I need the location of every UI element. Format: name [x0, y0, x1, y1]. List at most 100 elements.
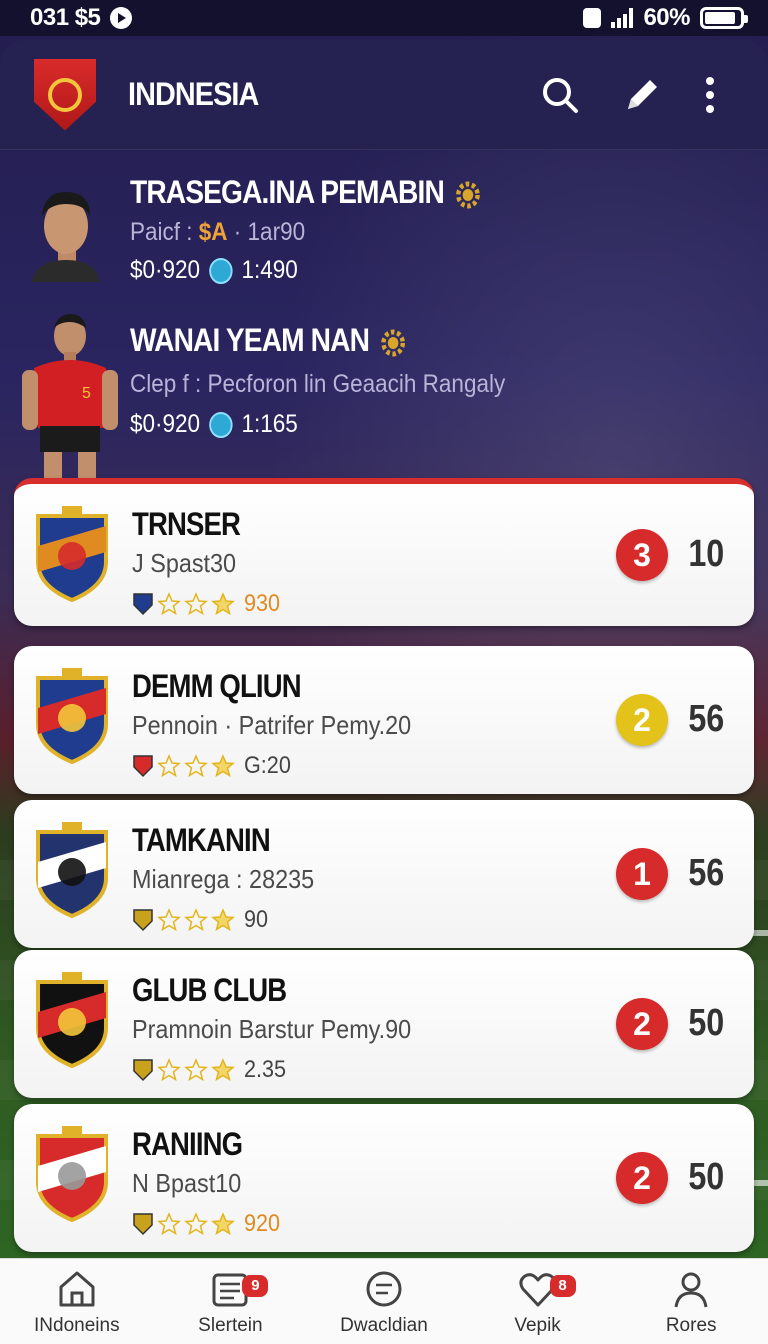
- team-value: 930: [244, 590, 281, 617]
- team-points: 50: [688, 1002, 724, 1044]
- nav-item-chat[interactable]: Dwacldian: [314, 1267, 454, 1337]
- player-photo: [32, 192, 100, 282]
- star-icon: [211, 1212, 235, 1236]
- rank-badge: 2: [616, 1152, 668, 1204]
- chat-icon: [366, 1271, 402, 1306]
- star-icon: [211, 592, 235, 616]
- nav-label: Rores: [665, 1314, 717, 1336]
- nav-label: Dwacldian: [340, 1314, 428, 1336]
- status-bar: 031 $5 60%: [0, 0, 768, 36]
- team-card[interactable]: TRNSER J Spast30 930 3 10: [14, 478, 754, 626]
- team-crest: [36, 972, 108, 1068]
- team-ratings: 920: [132, 1210, 284, 1238]
- team-points: 50: [688, 1156, 724, 1198]
- rank-badge: 2: [616, 998, 668, 1050]
- home-icon: [59, 1271, 95, 1306]
- notification-badge: 8: [549, 1274, 576, 1297]
- nav-label: Vepik: [514, 1314, 561, 1336]
- star-icon: [157, 1058, 181, 1082]
- shield-icon: [209, 257, 233, 284]
- team-description: J Spast30: [132, 548, 237, 578]
- player-stat: 1:165: [241, 410, 298, 438]
- team-value: G:20: [244, 752, 291, 779]
- star-icon: [211, 754, 235, 778]
- team-card[interactable]: DEMM QLIUN Pennoin · Patrifer Pemy.20 G:…: [14, 646, 754, 794]
- star-icon: [184, 592, 208, 616]
- team-points: 10: [688, 533, 724, 575]
- team-crest: [36, 822, 108, 918]
- more-icon[interactable]: [704, 75, 744, 115]
- search-icon[interactable]: [540, 75, 580, 115]
- team-logo[interactable]: [34, 58, 96, 131]
- player-stat: 1:490: [241, 256, 298, 284]
- star-icon: [184, 1058, 208, 1082]
- nav-item-profile[interactable]: Rores: [621, 1267, 761, 1337]
- battery-icon: [700, 7, 748, 29]
- team-name: TRNSER: [132, 506, 241, 542]
- rank-badge: 1: [616, 848, 668, 900]
- team-name: GLUB CLUB: [132, 972, 287, 1008]
- app-header: INDNESIA: [0, 40, 768, 150]
- svg-text:5: 5: [82, 385, 91, 402]
- star-icon: [157, 908, 181, 932]
- gear-badge-icon: [455, 181, 480, 209]
- team-points: 56: [688, 852, 724, 894]
- star-icon: [157, 592, 181, 616]
- nav-item-list[interactable]: 9 Slertein: [160, 1267, 300, 1337]
- player-meta: $0·920 1:165: [130, 410, 298, 439]
- lock-icon: [583, 8, 602, 28]
- star-icon: [157, 754, 181, 778]
- team-ratings: 2.35: [132, 1056, 291, 1084]
- player-name: TRASEGA.INA PEMABIN: [130, 174, 481, 211]
- page-title: INDNESIA: [128, 76, 259, 112]
- nav-item-favorites[interactable]: 8 Vepik: [468, 1267, 608, 1337]
- shield-icon: [133, 1213, 153, 1236]
- team-description: Pramnoin Barstur Pemy.90: [132, 1014, 412, 1044]
- nav-label: INdoneins: [34, 1314, 120, 1336]
- player-price: $0·920: [130, 410, 201, 438]
- player-name: WANAI YEAM NAN: [130, 322, 406, 359]
- edit-icon[interactable]: [622, 75, 662, 115]
- team-value: 2.35: [244, 1056, 287, 1083]
- star-icon: [211, 1058, 235, 1082]
- team-crest: [36, 1126, 108, 1222]
- star-icon: [184, 908, 208, 932]
- shield-icon: [133, 755, 153, 778]
- team-crest: [36, 668, 108, 764]
- bottom-nav: INdoneins 9 Slertein Dwacldian 8 Vepik R…: [0, 1258, 768, 1344]
- profile-icon: [674, 1272, 708, 1307]
- battery-percent: 60%: [643, 4, 690, 31]
- star-icon: [184, 754, 208, 778]
- team-name: RANIING: [132, 1126, 243, 1162]
- player-subtitle: Clep f : Pecforon lin Geaacih Rangaly: [130, 370, 506, 398]
- team-name: DEMM QLIUN: [132, 668, 302, 704]
- team-card[interactable]: GLUB CLUB Pramnoin Barstur Pemy.90 2.35 …: [14, 950, 754, 1098]
- team-description: Mianrega : 28235: [132, 864, 315, 894]
- shield-icon: [133, 1059, 153, 1082]
- team-ratings: 90: [132, 906, 271, 934]
- signal-icon: [611, 8, 634, 28]
- player-subtitle: Paicf : $A · 1ar90: [130, 218, 306, 246]
- featured-players: TRASEGA.INA PEMABIN Paicf : $A · 1ar90 $…: [0, 150, 768, 480]
- team-value: 920: [244, 1210, 281, 1237]
- team-ratings: G:20: [132, 752, 296, 780]
- status-time: 031 $5: [30, 4, 101, 31]
- shield-icon: [133, 909, 153, 932]
- star-icon: [157, 1212, 181, 1236]
- gear-badge-icon: [380, 329, 405, 357]
- star-icon: [184, 1212, 208, 1236]
- shield-icon: [209, 411, 233, 438]
- rank-badge: 2: [616, 694, 668, 746]
- star-icon: [211, 908, 235, 932]
- player-price: $0·920: [130, 256, 201, 284]
- player-meta: $0·920 1:490: [130, 256, 298, 285]
- screen-record-icon: [110, 7, 133, 29]
- team-points: 56: [688, 698, 724, 740]
- team-card[interactable]: RANIING N Bpast10 920 2 50: [14, 1104, 754, 1252]
- team-value: 90: [244, 906, 269, 933]
- team-card[interactable]: TAMKANIN Mianrega : 28235 90 1 56: [14, 800, 754, 948]
- nav-label: Slertein: [198, 1314, 263, 1336]
- nav-item-home[interactable]: INdoneins: [7, 1267, 147, 1337]
- notification-badge: 9: [242, 1274, 269, 1297]
- team-description: N Bpast10: [132, 1168, 242, 1198]
